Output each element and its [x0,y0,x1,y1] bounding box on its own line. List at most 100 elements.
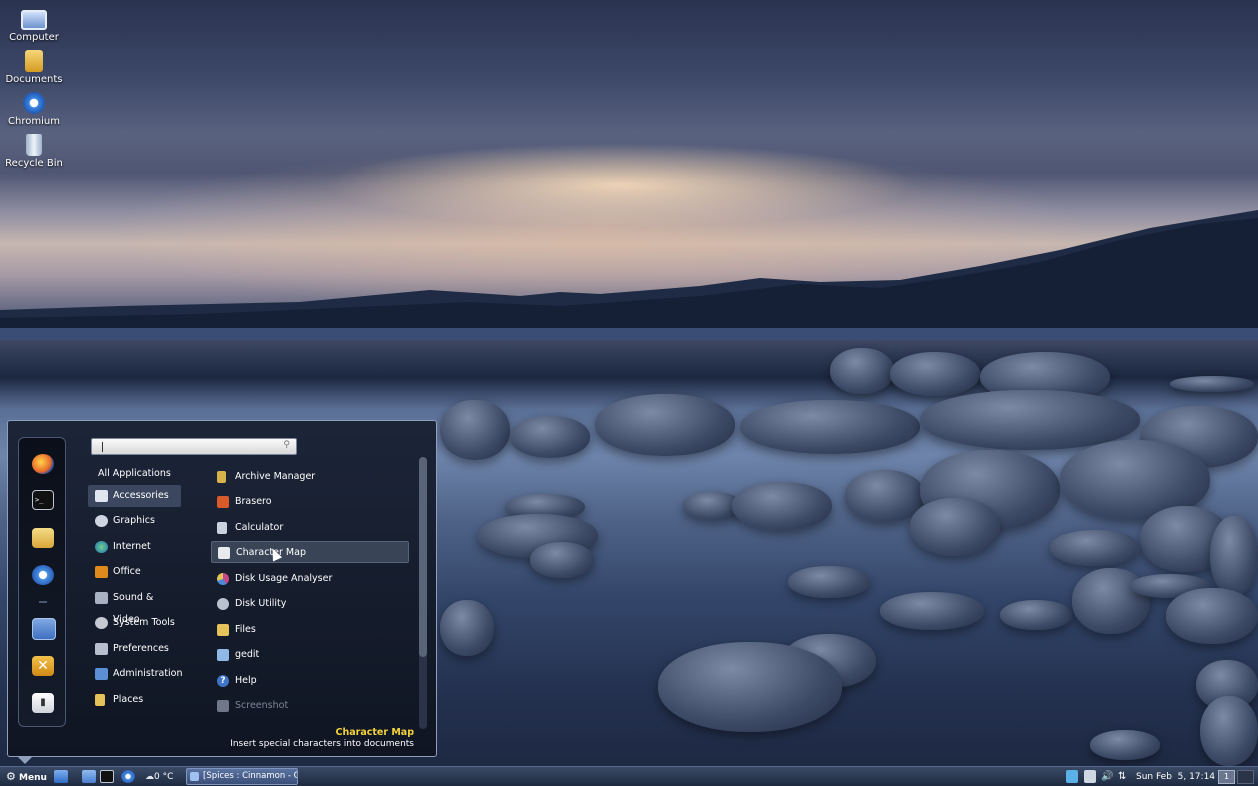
app-disk-usage-analyser[interactable]: Disk Usage Analyser [211,568,409,590]
graphics-icon [95,515,108,527]
desktop-icon-documents[interactable]: Documents [2,50,66,85]
internet-icon [95,541,108,553]
category-label: Administration [113,668,183,679]
weather-applet[interactable]: ☁0 °C [145,769,173,785]
bottom-panel: ⚙ Menu ☁0 °C [Spices : Cinnamon - Ch... … [0,766,1258,786]
desktop-icon-label: Recycle Bin [5,158,63,169]
show-desktop-icon[interactable] [82,770,96,783]
favorites-bar: >_ ✕ ▮ [18,437,66,727]
chromium-icon[interactable] [32,565,54,585]
app-brasero[interactable]: Brasero [211,491,409,513]
cloud-icon: ☁ [145,772,154,782]
category-system-tools[interactable]: System Tools [88,612,181,634]
workspace-1[interactable]: 1 [1218,770,1235,784]
app-archive-manager[interactable]: Archive Manager [211,466,409,488]
category-accessories[interactable]: Accessories [88,485,181,507]
text-cursor [102,442,103,452]
search-icon: ⚲ [283,440,290,450]
menu-button[interactable]: ⚙ Menu [6,769,47,785]
app-label: Archive Manager [235,471,316,482]
system-tools-icon [95,617,108,629]
app-label: Help [235,675,257,686]
terminal-icon[interactable] [100,770,114,783]
desktop-icon-label: Chromium [8,116,60,127]
gear-icon: ⚙ [6,770,16,783]
app-files[interactable]: Files [211,619,409,641]
desktop-icon-chromium[interactable]: Chromium [2,92,66,127]
app-calculator[interactable]: Calculator [211,517,409,539]
lock-screen-icon[interactable] [32,618,56,640]
application-menu: >_ ✕ ▮ ⚲ All Applications Accessories Gr… [7,420,437,764]
workspace-2[interactable] [1237,770,1254,784]
window-icon [190,772,199,781]
desktop-icon-label: Documents [5,74,63,85]
screenshot-icon [217,700,229,712]
apps-scrollbar[interactable] [419,457,427,729]
desktop-icon-recycle-bin[interactable]: Recycle Bin [2,134,66,169]
app-label: Screenshot [235,700,289,711]
category-label: Internet [113,541,151,552]
preferences-icon [95,643,108,655]
disk-utility-icon [217,598,229,610]
app-description-text: Insert special characters into documents [230,739,414,749]
help-icon: ? [217,675,229,687]
files-tray-icon[interactable] [1084,770,1096,783]
app-label: Disk Utility [235,598,287,609]
category-label: Office [113,566,141,577]
category-places[interactable]: Places [88,689,181,711]
places-icon [95,694,105,706]
app-description-title: Character Map [335,727,414,738]
window-title: [Spices : Cinnamon - Ch... [203,771,297,781]
scrollbar-thumb[interactable] [419,457,427,657]
window-list-item[interactable]: [Spices : Cinnamon - Ch... [186,768,298,785]
app-gedit[interactable]: gedit [211,644,409,666]
logout-icon[interactable]: ✕ [32,656,54,676]
app-screenshot[interactable]: Screenshot [211,695,409,717]
calculator-icon [217,522,227,534]
files-icon[interactable] [32,528,54,548]
recycle-bin-icon [26,134,42,156]
character-map-icon [218,547,230,559]
dropbox-icon[interactable] [1066,770,1078,783]
administration-icon [95,668,108,680]
weather-temperature: 0 °C [154,772,174,782]
accessories-icon [95,490,108,502]
office-icon [95,566,108,578]
desktop-icon-computer[interactable]: Computer [2,8,66,43]
category-label: System Tools [113,617,175,628]
category-preferences[interactable]: Preferences [88,638,181,660]
terminal-icon[interactable]: >_ [32,490,54,510]
app-label: gedit [235,649,260,660]
folder-icon [25,50,43,72]
show-desktop-icon[interactable] [54,770,68,783]
disk-usage-icon [217,573,229,585]
app-disk-utility[interactable]: Disk Utility [211,593,409,615]
app-label: Calculator [235,522,284,533]
archive-manager-icon [217,471,226,483]
category-sound-video[interactable]: Sound & Video [88,587,181,625]
network-icon[interactable]: ⇅ [1118,769,1126,785]
brasero-icon [217,496,229,508]
category-label: Accessories [113,490,169,501]
files-icon [217,624,229,636]
menu-pointer [18,757,32,764]
app-character-map[interactable]: Character Map [211,541,409,563]
app-help[interactable]: ? Help [211,670,409,692]
volume-icon[interactable]: 🔊 [1101,769,1113,785]
category-graphics[interactable]: Graphics [88,510,181,532]
app-label: Brasero [235,496,272,507]
shutdown-icon[interactable]: ▮ [32,693,54,713]
mountain-silhouette [0,210,1258,340]
menu-label: Menu [19,773,47,783]
firefox-icon[interactable] [32,454,54,474]
category-office[interactable]: Office [88,561,181,583]
chromium-icon[interactable] [121,770,135,783]
category-administration[interactable]: Administration [88,663,183,685]
all-applications-label[interactable]: All Applications [98,468,171,479]
favorites-separator [39,601,47,603]
app-label: Disk Usage Analyser [235,573,333,584]
workspace-switcher[interactable]: 1 [1218,770,1254,784]
search-input[interactable]: ⚲ [91,438,297,455]
clock[interactable]: Sun Feb 5, 17:14 [1136,769,1215,785]
category-internet[interactable]: Internet [88,536,181,558]
